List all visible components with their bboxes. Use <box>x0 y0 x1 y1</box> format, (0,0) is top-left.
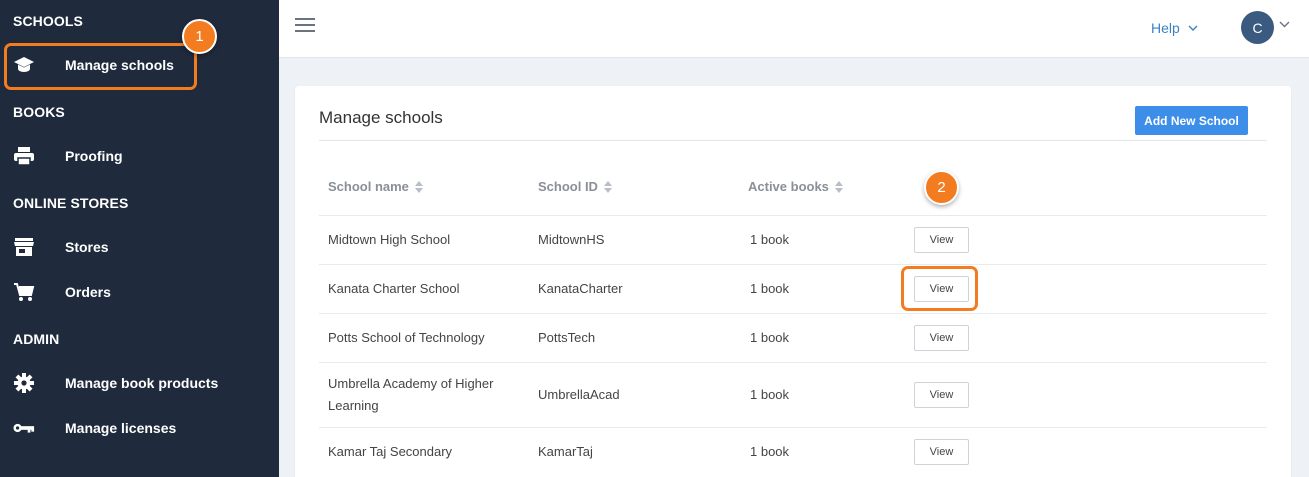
view-button[interactable]: View <box>914 439 969 465</box>
active-books-cell: 1 book <box>750 232 790 247</box>
school-id-cell: KanataCharter <box>538 281 623 296</box>
column-header-label: School ID <box>538 179 598 194</box>
sidebar-item-manage-licenses[interactable]: Manage licenses <box>0 408 279 448</box>
table-row: Kanata Charter School KanataCharter 1 bo… <box>319 264 1267 313</box>
school-id-cell: UmbrellaAcad <box>538 387 620 402</box>
section-title-admin: ADMIN <box>13 331 60 347</box>
table-row: Kamar Taj Secondary KamarTaj 1 book View <box>319 427 1267 476</box>
help-menu[interactable]: Help <box>1151 20 1198 36</box>
section-title-books: BOOKS <box>13 104 65 120</box>
step-badge-1: 1 <box>182 19 217 54</box>
sidebar: SCHOOLS Manage schools BOOKS Proofing ON… <box>0 0 279 477</box>
active-books-cell: 1 book <box>750 330 790 345</box>
table-row: Midtown High School MidtownHS 1 book Vie… <box>319 215 1267 264</box>
table-row: Umbrella Academy of Higher Learning Umbr… <box>319 362 1267 427</box>
column-header-active-books[interactable]: Active books <box>748 179 843 194</box>
sidebar-item-label: Manage licenses <box>65 420 177 436</box>
sort-icon <box>603 180 612 193</box>
view-button[interactable]: View <box>914 227 969 253</box>
sidebar-item-stores[interactable]: Stores <box>0 227 279 267</box>
active-books-cell: 1 book <box>750 387 790 402</box>
sidebar-item-label: Proofing <box>65 148 123 164</box>
active-books-cell: 1 book <box>750 281 790 296</box>
add-new-school-button[interactable]: Add New School <box>1135 106 1248 135</box>
menu-icon[interactable] <box>295 18 315 36</box>
school-id-cell: MidtownHS <box>538 232 605 247</box>
school-id-cell: PottsTech <box>538 330 596 345</box>
manage-schools-card: Manage schools Add New School School nam… <box>295 86 1291 477</box>
chevron-down-icon[interactable] <box>1279 21 1290 28</box>
sidebar-item-label: Manage schools <box>65 57 174 73</box>
help-label: Help <box>1151 20 1180 36</box>
school-name-cell: Umbrella Academy of Higher Learning <box>328 376 494 413</box>
view-button[interactable]: View <box>914 276 969 302</box>
school-id-cell: KamarTaj <box>538 444 593 459</box>
sidebar-item-label: Stores <box>65 239 109 255</box>
sidebar-item-manage-schools[interactable]: Manage schools <box>0 45 279 85</box>
school-name-cell: Midtown High School <box>328 232 451 247</box>
column-header-label: School name <box>328 179 409 194</box>
section-title-online-stores: ONLINE STORES <box>13 195 129 211</box>
active-books-cell: 1 book <box>750 444 790 459</box>
key-icon <box>13 417 35 439</box>
sidebar-item-orders[interactable]: Orders <box>0 272 279 312</box>
school-name-cell: Kanata Charter School <box>328 281 460 296</box>
table-row: Potts School of Technology PottsTech 1 b… <box>319 313 1267 362</box>
printer-icon <box>13 145 35 167</box>
view-button[interactable]: View <box>914 325 969 351</box>
sort-icon <box>414 180 423 193</box>
page-title: Manage schools <box>319 108 443 127</box>
school-name-cell: Potts School of Technology <box>328 330 485 345</box>
chevron-down-icon <box>1188 25 1198 31</box>
cart-icon <box>13 281 35 303</box>
avatar[interactable]: C <box>1241 11 1274 44</box>
column-header-school-name[interactable]: School name <box>328 179 423 194</box>
column-header-school-id[interactable]: School ID <box>538 179 612 194</box>
sidebar-item-label: Orders <box>65 284 111 300</box>
graduation-cap-icon <box>13 54 35 76</box>
step-badge-2: 2 <box>924 170 959 205</box>
section-title-schools: SCHOOLS <box>13 13 83 29</box>
sort-icon <box>834 180 843 193</box>
view-button[interactable]: View <box>914 382 969 408</box>
sidebar-item-proofing[interactable]: Proofing <box>0 136 279 176</box>
topbar: Help C <box>279 0 1309 58</box>
sidebar-item-manage-book-products[interactable]: Manage book products <box>0 363 279 403</box>
avatar-initial: C <box>1252 19 1263 36</box>
sidebar-item-label: Manage book products <box>65 375 219 391</box>
divider <box>319 140 1267 141</box>
gear-icon <box>13 372 35 394</box>
school-name-cell: Kamar Taj Secondary <box>328 444 453 459</box>
store-icon <box>13 236 35 258</box>
column-header-label: Active books <box>748 179 829 194</box>
